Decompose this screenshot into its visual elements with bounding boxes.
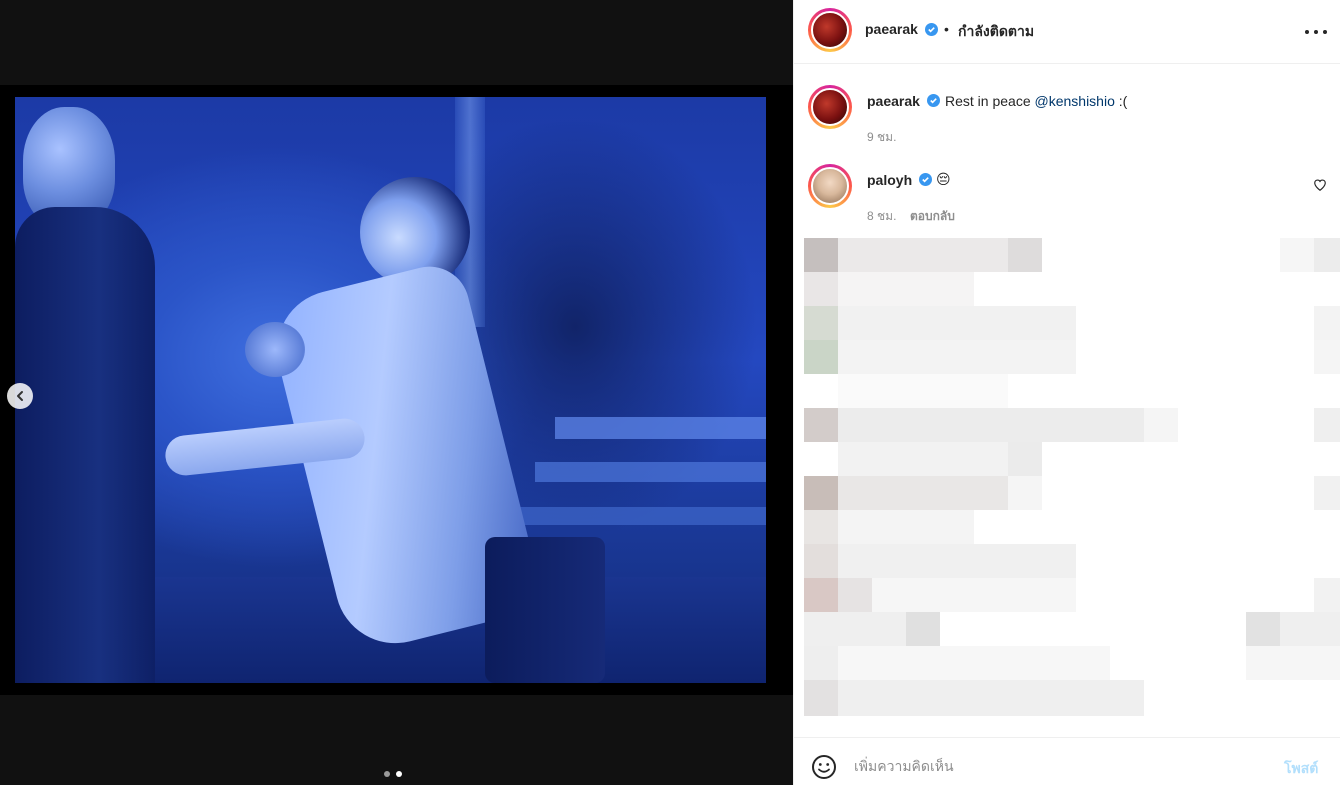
emoji-smile-icon[interactable] — [811, 754, 837, 780]
verified-badge-icon — [925, 23, 938, 36]
header-separator: • — [944, 21, 949, 37]
comment-input[interactable] — [854, 752, 1254, 780]
following-button[interactable]: กำลังติดตาม — [958, 21, 1034, 43]
verified-badge-icon — [919, 173, 932, 186]
post-photo[interactable] — [15, 97, 766, 683]
caption-timestamp[interactable]: 9 ชม. — [867, 128, 896, 147]
comment-timestamp[interactable]: 8 ชม. — [867, 207, 896, 226]
blurred-comments — [804, 238, 1340, 716]
comment-text: 😔 — [936, 171, 951, 187]
caption-suffix: :( — [1114, 93, 1128, 109]
caption-text: Rest in peace @kenshishio :( — [945, 93, 1127, 109]
carousel-prev-button[interactable] — [7, 383, 33, 409]
commenter-avatar[interactable] — [808, 164, 852, 208]
verified-badge-icon — [927, 94, 940, 107]
carousel-indicator — [384, 771, 402, 777]
add-comment-bar: โพสต์ — [794, 737, 1340, 785]
carousel-dot — [384, 771, 390, 777]
comment-username[interactable]: paloyh — [867, 172, 912, 188]
author-username[interactable]: paearak — [865, 21, 918, 37]
post-header: paearak • กำลังติดตาม — [794, 0, 1340, 64]
post-side-panel: paearak • กำลังติดตาม paearak Rest in pe… — [793, 0, 1340, 785]
reply-button[interactable]: ตอบกลับ — [910, 207, 955, 226]
heart-outline-icon[interactable] — [1313, 178, 1327, 192]
media-viewer — [0, 0, 793, 785]
more-options-icon[interactable] — [1305, 22, 1327, 42]
caption-username[interactable]: paearak — [867, 93, 920, 109]
author-avatar[interactable] — [808, 8, 852, 52]
caption-mention-link[interactable]: @kenshishio — [1035, 93, 1115, 109]
caption-avatar[interactable] — [808, 85, 852, 129]
post-comment-button[interactable]: โพสต์ — [1284, 758, 1318, 780]
carousel-dot-active — [396, 771, 402, 777]
chevron-left-icon — [17, 391, 23, 401]
caption-body: Rest in peace — [945, 93, 1035, 109]
